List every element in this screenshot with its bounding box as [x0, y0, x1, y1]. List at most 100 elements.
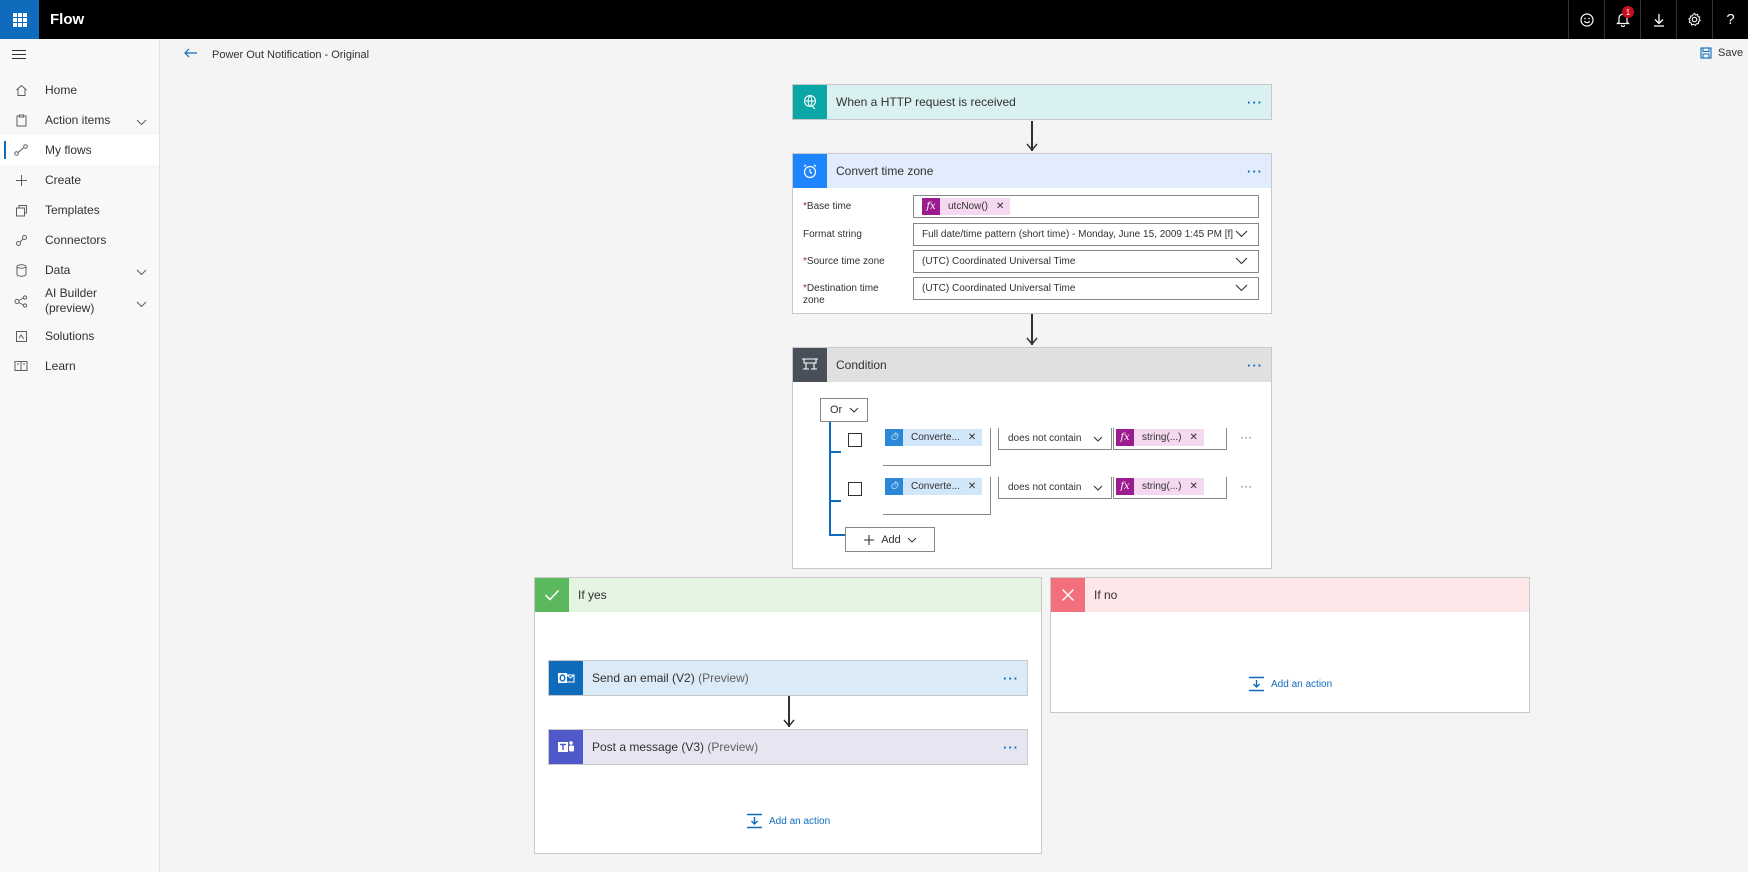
nav-templates[interactable]: Templates	[0, 195, 159, 225]
more-options-button[interactable]: ···	[1003, 740, 1019, 755]
app-name[interactable]: Flow	[50, 11, 84, 28]
outlook-icon	[549, 661, 583, 695]
feedback-button[interactable]	[1568, 0, 1604, 39]
nav-learn[interactable]: Learn	[0, 351, 159, 381]
back-arrow-icon	[184, 48, 197, 58]
chevron-down-icon	[849, 407, 859, 413]
plus-icon	[11, 174, 31, 187]
notifications-button[interactable]: 1	[1604, 0, 1640, 39]
remove-token-icon[interactable]: ✕	[968, 432, 976, 443]
alarm-clock-icon: ⏱	[885, 478, 903, 495]
more-options-button[interactable]: ···	[1003, 671, 1019, 686]
chevron-down-icon[interactable]	[136, 297, 147, 311]
connector-arrow	[783, 696, 795, 729]
chevron-down-icon[interactable]	[136, 265, 147, 279]
row-select-checkbox[interactable]	[848, 482, 862, 496]
smiley-icon	[1579, 12, 1594, 27]
condition-right-value[interactable]: fx string(...) ✕	[1113, 428, 1227, 450]
connector-arrow	[1026, 121, 1038, 153]
condition-operator-value: does not contain	[1008, 433, 1082, 444]
trigger-card[interactable]: When a HTTP request is received ···	[792, 84, 1272, 120]
remove-token-icon[interactable]: ✕	[996, 201, 1004, 212]
more-options-button[interactable]: ···	[1247, 95, 1263, 110]
add-condition-button[interactable]: Add	[845, 527, 935, 552]
condition-title: Condition	[836, 358, 887, 372]
back-button[interactable]	[184, 45, 198, 61]
source-time-zone-value: (UTC) Coordinated Universal Time	[922, 256, 1076, 267]
format-string-dropdown[interactable]: Full date/time pattern (short time) - Mo…	[913, 223, 1259, 246]
hamburger-menu-button[interactable]	[12, 50, 26, 62]
if-yes-branch: If yes Send an email (V2) (Preview) ··· …	[534, 577, 1042, 854]
nav-ai-builder[interactable]: AI Builder (preview)	[0, 284, 159, 318]
tree-line	[829, 500, 841, 502]
converted-time-token[interactable]: ⏱ Converte... ✕	[885, 478, 983, 495]
nav-data[interactable]: Data	[0, 255, 159, 285]
base-time-label: *Base time	[803, 201, 852, 212]
app-launcher-button[interactable]	[0, 0, 39, 39]
source-time-zone-dropdown[interactable]: (UTC) Coordinated Universal Time	[913, 250, 1259, 273]
destination-time-zone-dropdown[interactable]: (UTC) Coordinated Universal Time	[913, 277, 1259, 300]
chevron-down-icon[interactable]	[136, 115, 147, 129]
send-email-title: Send an email (V2) (Preview)	[592, 671, 749, 685]
globe-icon	[793, 85, 827, 119]
solutions-icon	[11, 330, 31, 343]
nav-connectors-label: Connectors	[45, 233, 107, 247]
settings-button[interactable]	[1676, 0, 1712, 39]
post-message-action[interactable]: Post a message (V3) (Preview) ···	[548, 729, 1028, 765]
book-icon	[11, 360, 31, 372]
waffle-icon	[12, 12, 27, 27]
save-button[interactable]: Save	[1700, 47, 1743, 59]
nav-home[interactable]: Home	[0, 75, 159, 105]
group-operator-dropdown[interactable]: Or	[820, 398, 868, 422]
alarm-clock-icon: ⏱	[885, 429, 903, 446]
tree-line	[829, 422, 831, 534]
fx-icon: fx	[1116, 478, 1134, 495]
remove-token-icon[interactable]: ✕	[1189, 481, 1197, 492]
flow-icon	[11, 144, 31, 156]
nav-action-items[interactable]: Action items	[0, 105, 159, 135]
condition-left-value[interactable]: ⏱ Converte... ✕	[883, 477, 991, 515]
gear-icon	[1688, 12, 1701, 27]
condition-right-value[interactable]: fx string(...) ✕	[1113, 477, 1227, 499]
templates-icon	[11, 204, 31, 217]
row-select-checkbox[interactable]	[848, 433, 862, 447]
nav-create[interactable]: Create	[0, 165, 159, 195]
format-string-value: Full date/time pattern (short time) - Mo…	[922, 229, 1234, 240]
tree-line	[829, 451, 841, 453]
condition-operator-dropdown[interactable]: does not contain	[998, 477, 1112, 499]
nav-my-flows-label: My flows	[45, 143, 92, 157]
converted-time-token[interactable]: ⏱ Converte... ✕	[885, 429, 983, 446]
if-no-add-action-button[interactable]: Add an action	[1248, 676, 1332, 692]
remove-token-icon[interactable]: ✕	[968, 481, 976, 492]
group-operator-value: Or	[830, 404, 843, 416]
destination-time-zone-value: (UTC) Coordinated Universal Time	[922, 283, 1076, 294]
if-yes-add-action-button[interactable]: Add an action	[746, 813, 830, 829]
help-button[interactable]: ?	[1712, 0, 1748, 39]
add-action-icon	[747, 813, 762, 829]
row-more-options-button[interactable]: ···	[1240, 430, 1252, 444]
base-time-input[interactable]: fx utcNow() ✕	[913, 195, 1259, 218]
nav-connectors[interactable]: Connectors	[0, 225, 159, 255]
nav-data-label: Data	[45, 263, 71, 277]
chevron-down-icon	[1093, 436, 1103, 442]
send-email-action[interactable]: Send an email (V2) (Preview) ···	[548, 660, 1028, 696]
nav-solutions[interactable]: Solutions	[0, 321, 159, 351]
utcnow-token[interactable]: fx utcNow() ✕	[922, 198, 1011, 215]
chevron-down-icon	[1093, 485, 1103, 491]
condition-left-value[interactable]: ⏱ Converte... ✕	[883, 428, 991, 466]
convert-time-zone-card[interactable]: Convert time zone ··· *Base time fx utcN…	[792, 153, 1272, 314]
condition-card[interactable]: Condition ··· Or ⏱ Converte... ✕ does no…	[792, 347, 1272, 569]
more-options-button[interactable]: ···	[1247, 358, 1263, 373]
download-button[interactable]	[1640, 0, 1676, 39]
nav-action-items-label: Action items	[45, 113, 111, 127]
connector-icon	[11, 234, 31, 247]
post-message-title: Post a message (V3) (Preview)	[592, 740, 759, 754]
if-yes-add-action-label: Add an action	[769, 815, 831, 827]
row-more-options-button[interactable]: ···	[1240, 479, 1252, 493]
string-token[interactable]: fx string(...) ✕	[1116, 478, 1204, 495]
string-token[interactable]: fx string(...) ✕	[1116, 429, 1204, 446]
remove-token-icon[interactable]: ✕	[1189, 432, 1197, 443]
nav-my-flows[interactable]: My flows	[0, 135, 159, 165]
more-options-button[interactable]: ···	[1247, 164, 1263, 179]
condition-operator-dropdown[interactable]: does not contain	[998, 428, 1112, 450]
